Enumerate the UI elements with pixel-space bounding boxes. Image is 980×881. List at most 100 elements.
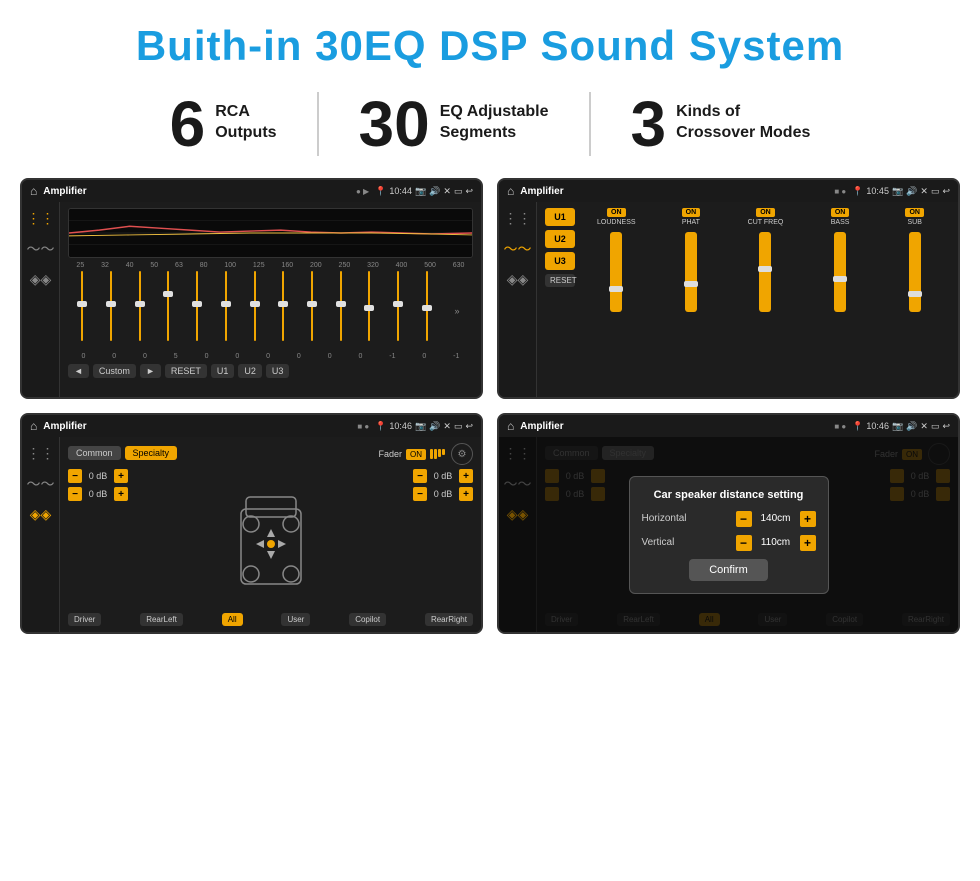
vol4-plus[interactable]: + xyxy=(459,487,473,501)
eq-sidebar-icon-2[interactable]: 〜〜 xyxy=(27,239,55,259)
crossover-nav-dots: ■ ● xyxy=(834,187,846,196)
dialog-horizontal-label: Horizontal xyxy=(642,513,687,524)
home-icon[interactable]: ⌂ xyxy=(30,184,37,198)
fader-x-icon: ✕ xyxy=(443,421,451,432)
slider-6[interactable] xyxy=(225,271,227,351)
channel-u1-btn[interactable]: U1 xyxy=(545,208,575,226)
eq-u1-btn[interactable]: U1 xyxy=(211,364,235,378)
fader-bars xyxy=(430,449,445,459)
slider-11[interactable] xyxy=(368,271,370,351)
fader-time: 10:46 xyxy=(389,421,412,431)
rearright-btn[interactable]: RearRight xyxy=(425,613,473,626)
rearleft-btn[interactable]: RearLeft xyxy=(140,613,183,626)
vol2-value: 0 dB xyxy=(85,489,111,499)
loudness-slider[interactable] xyxy=(610,232,622,312)
channel-u3-btn[interactable]: U3 xyxy=(545,252,575,270)
vol1-minus[interactable]: − xyxy=(68,469,82,483)
dialog-horizontal-row: Horizontal − 140cm + xyxy=(642,511,816,527)
stat-label-eq-2: Segments xyxy=(440,123,549,144)
crossover-reset-btn[interactable]: RESET xyxy=(545,274,575,287)
eq-reset-btn[interactable]: RESET xyxy=(165,364,207,378)
eq-u3-btn[interactable]: U3 xyxy=(266,364,290,378)
vol1-value: 0 dB xyxy=(85,471,111,481)
fader-left-sidebar: ⋮⋮ 〜〜 ◈◈ xyxy=(22,437,60,632)
fader-sidebar-icon-1[interactable]: ⋮⋮ xyxy=(27,445,55,462)
camera-icon: 📷 xyxy=(415,186,426,197)
dialog-vertical-label: Vertical xyxy=(642,537,675,548)
fader-home-icon[interactable]: ⌂ xyxy=(30,419,37,433)
fader-sidebar-icon-2[interactable]: 〜〜 xyxy=(27,474,55,494)
phat-slider[interactable] xyxy=(685,232,697,312)
sub-slider[interactable] xyxy=(909,232,921,312)
car-diagram xyxy=(134,469,407,609)
slider-10[interactable] xyxy=(340,271,342,351)
eq-prev-btn[interactable]: ◄ xyxy=(68,364,89,378)
vol2-minus[interactable]: − xyxy=(68,487,82,501)
crossover-sidebar-icon-1[interactable]: ⋮⋮ xyxy=(504,210,532,227)
loudness-on-badge: ON xyxy=(607,208,626,217)
eq-freq-labels: 253240506380100125160200250320400500630 xyxy=(68,262,473,269)
channel-u2-btn[interactable]: U2 xyxy=(545,230,575,248)
slider-7[interactable] xyxy=(254,271,256,351)
vol4-minus[interactable]: − xyxy=(413,487,427,501)
vol3-minus[interactable]: − xyxy=(413,469,427,483)
crossover-main-area: U1 U2 U3 RESET ON LOUDNESS xyxy=(537,202,958,397)
distance-time: 10:46 xyxy=(866,421,889,431)
vol3-value: 0 dB xyxy=(430,471,456,481)
vertical-minus-btn[interactable]: − xyxy=(736,535,752,551)
crossover-back-icon: ↩ xyxy=(942,186,950,197)
slider-1[interactable] xyxy=(81,271,83,351)
crossover-sidebar-icon-3[interactable]: ◈◈ xyxy=(507,271,529,288)
eq-u2-btn[interactable]: U2 xyxy=(238,364,262,378)
confirm-button[interactable]: Confirm xyxy=(689,559,768,581)
cutfreq-slider[interactable] xyxy=(759,232,771,312)
vol1-plus[interactable]: + xyxy=(114,469,128,483)
all-btn[interactable]: All xyxy=(222,613,243,626)
bass-slider[interactable] xyxy=(834,232,846,312)
eq-custom-btn[interactable]: Custom xyxy=(93,364,136,378)
distance-home-icon[interactable]: ⌂ xyxy=(507,419,514,433)
fader-bottom-btns: Driver RearLeft All User Copilot RearRig… xyxy=(68,613,473,626)
slider-12[interactable] xyxy=(397,271,399,351)
horizontal-minus-btn[interactable]: − xyxy=(736,511,752,527)
vol3-plus[interactable]: + xyxy=(459,469,473,483)
eq-sidebar-icon-3[interactable]: ◈◈ xyxy=(30,271,52,288)
left-vol-controls: − 0 dB + − 0 dB + xyxy=(68,469,128,609)
distance-camera-icon: 📷 xyxy=(892,421,903,432)
slider-2[interactable] xyxy=(110,271,112,351)
slider-9[interactable] xyxy=(311,271,313,351)
horizontal-plus-btn[interactable]: + xyxy=(800,511,816,527)
right-vol-controls: − 0 dB + − 0 dB + xyxy=(413,469,473,609)
vertical-plus-btn[interactable]: + xyxy=(800,535,816,551)
user-btn[interactable]: User xyxy=(281,613,310,626)
settings-circle-btn[interactable]: ⚙ xyxy=(451,443,473,465)
eq-sidebar-icon-1[interactable]: ⋮⋮ xyxy=(27,210,55,227)
stat-label-rca-2: Outputs xyxy=(215,123,276,144)
distance-app-name: Amplifier xyxy=(520,421,828,432)
tab-common[interactable]: Common xyxy=(68,446,121,460)
crossover-sidebar-icon-2[interactable]: 〜〜 xyxy=(504,239,532,259)
distance-back-icon: ↩ xyxy=(942,421,950,432)
control-sub: ON SUB xyxy=(879,208,950,391)
eq-next-btn[interactable]: ► xyxy=(140,364,161,378)
slider-4[interactable] xyxy=(167,271,169,351)
slider-3[interactable] xyxy=(139,271,141,351)
stat-label-crossover-2: Crossover Modes xyxy=(676,123,810,144)
vol2-plus[interactable]: + xyxy=(114,487,128,501)
driver-btn[interactable]: Driver xyxy=(68,613,101,626)
crossover-controls-grid: ON LOUDNESS ON PHAT xyxy=(581,208,950,391)
stat-label-rca-1: RCA xyxy=(215,102,276,123)
copilot-btn[interactable]: Copilot xyxy=(349,613,386,626)
fader-sidebar-icon-3[interactable]: ◈◈ xyxy=(30,506,52,523)
vol4-value: 0 dB xyxy=(430,489,456,499)
slider-13[interactable] xyxy=(426,271,428,351)
fader-volume-icon: 🔊 xyxy=(429,421,440,432)
eq-nav-dots: ● ▶ xyxy=(356,187,369,196)
slider-8[interactable] xyxy=(282,271,284,351)
crossover-home-icon[interactable]: ⌂ xyxy=(507,184,514,198)
slider-5[interactable] xyxy=(196,271,198,351)
crossover-time: 10:45 xyxy=(866,186,889,196)
fader-label: Fader xyxy=(378,449,402,459)
fader-status-icons: 📍 10:46 📷 🔊 ✕ ▭ ↩ xyxy=(375,421,473,432)
tab-specialty[interactable]: Specialty xyxy=(125,446,178,460)
